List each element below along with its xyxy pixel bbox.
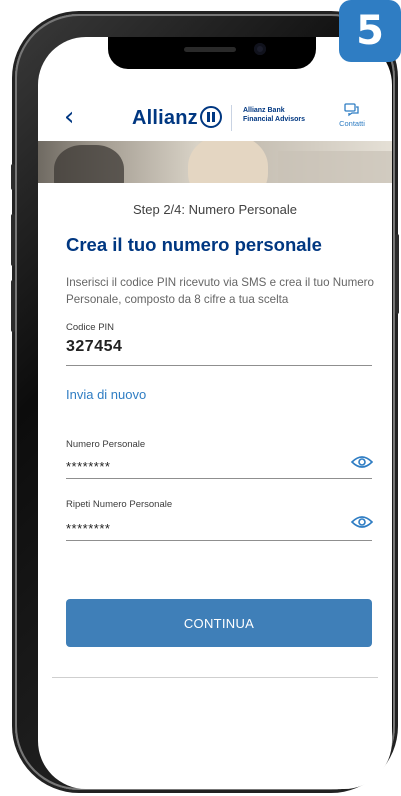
logo-divider: [231, 105, 232, 131]
brand-subtitle-line2: Financial Advisors: [243, 116, 305, 123]
allianz-logo-icon: [200, 106, 222, 128]
personal-number-underline: [66, 478, 372, 479]
front-camera: [254, 43, 266, 55]
phone-notch: [108, 37, 316, 69]
page-title: Crea il tuo numero personale: [66, 234, 322, 255]
eye-icon[interactable]: [351, 455, 373, 469]
repeat-number-input[interactable]: ********: [66, 521, 110, 536]
back-arrow-icon[interactable]: ‹: [64, 104, 74, 130]
app-screen: ‹ Allianz Allianz Bank Financial Advisor…: [38, 37, 392, 789]
pin-field-label: Codice PIN: [66, 322, 115, 333]
volume-down-button: [11, 280, 15, 332]
pin-input[interactable]: 327454: [66, 338, 122, 356]
brand-subtitle: Allianz Bank Financial Advisors: [243, 106, 305, 124]
repeat-number-underline: [66, 540, 372, 541]
repeat-number-label: Ripeti Numero Personale: [66, 499, 173, 510]
mute-switch: [11, 164, 15, 190]
hero-image: [38, 141, 392, 183]
allianz-logo-text: Allianz: [132, 107, 198, 129]
step-number-badge: 5: [339, 0, 401, 62]
continue-button[interactable]: CONTINUA: [66, 599, 372, 647]
step-indicator: Step 2/4: Numero Personale: [132, 202, 298, 217]
brand-subtitle-line1: Allianz Bank: [243, 107, 285, 114]
phone-frame: ‹ Allianz Allianz Bank Financial Advisor…: [11, 14, 399, 790]
contacts-chat-icon: [344, 103, 359, 117]
personal-number-label: Numero Personale: [66, 439, 146, 450]
speaker-grille: [184, 47, 236, 52]
contacts-button[interactable]: Contatti: [332, 103, 372, 128]
pin-underline: [66, 365, 372, 366]
divider: [52, 677, 378, 678]
volume-up-button: [11, 214, 15, 266]
personal-number-input[interactable]: ********: [66, 459, 110, 474]
instructions-text: Inserisci il codice PIN ricevuto via SMS…: [66, 276, 374, 306]
contacts-label: Contatti: [339, 119, 365, 128]
app-header: ‹ Allianz Allianz Bank Financial Advisor…: [38, 99, 392, 141]
power-button: [395, 234, 399, 314]
eye-icon[interactable]: [351, 515, 373, 529]
resend-pin-link[interactable]: Invia di nuovo: [66, 387, 146, 402]
